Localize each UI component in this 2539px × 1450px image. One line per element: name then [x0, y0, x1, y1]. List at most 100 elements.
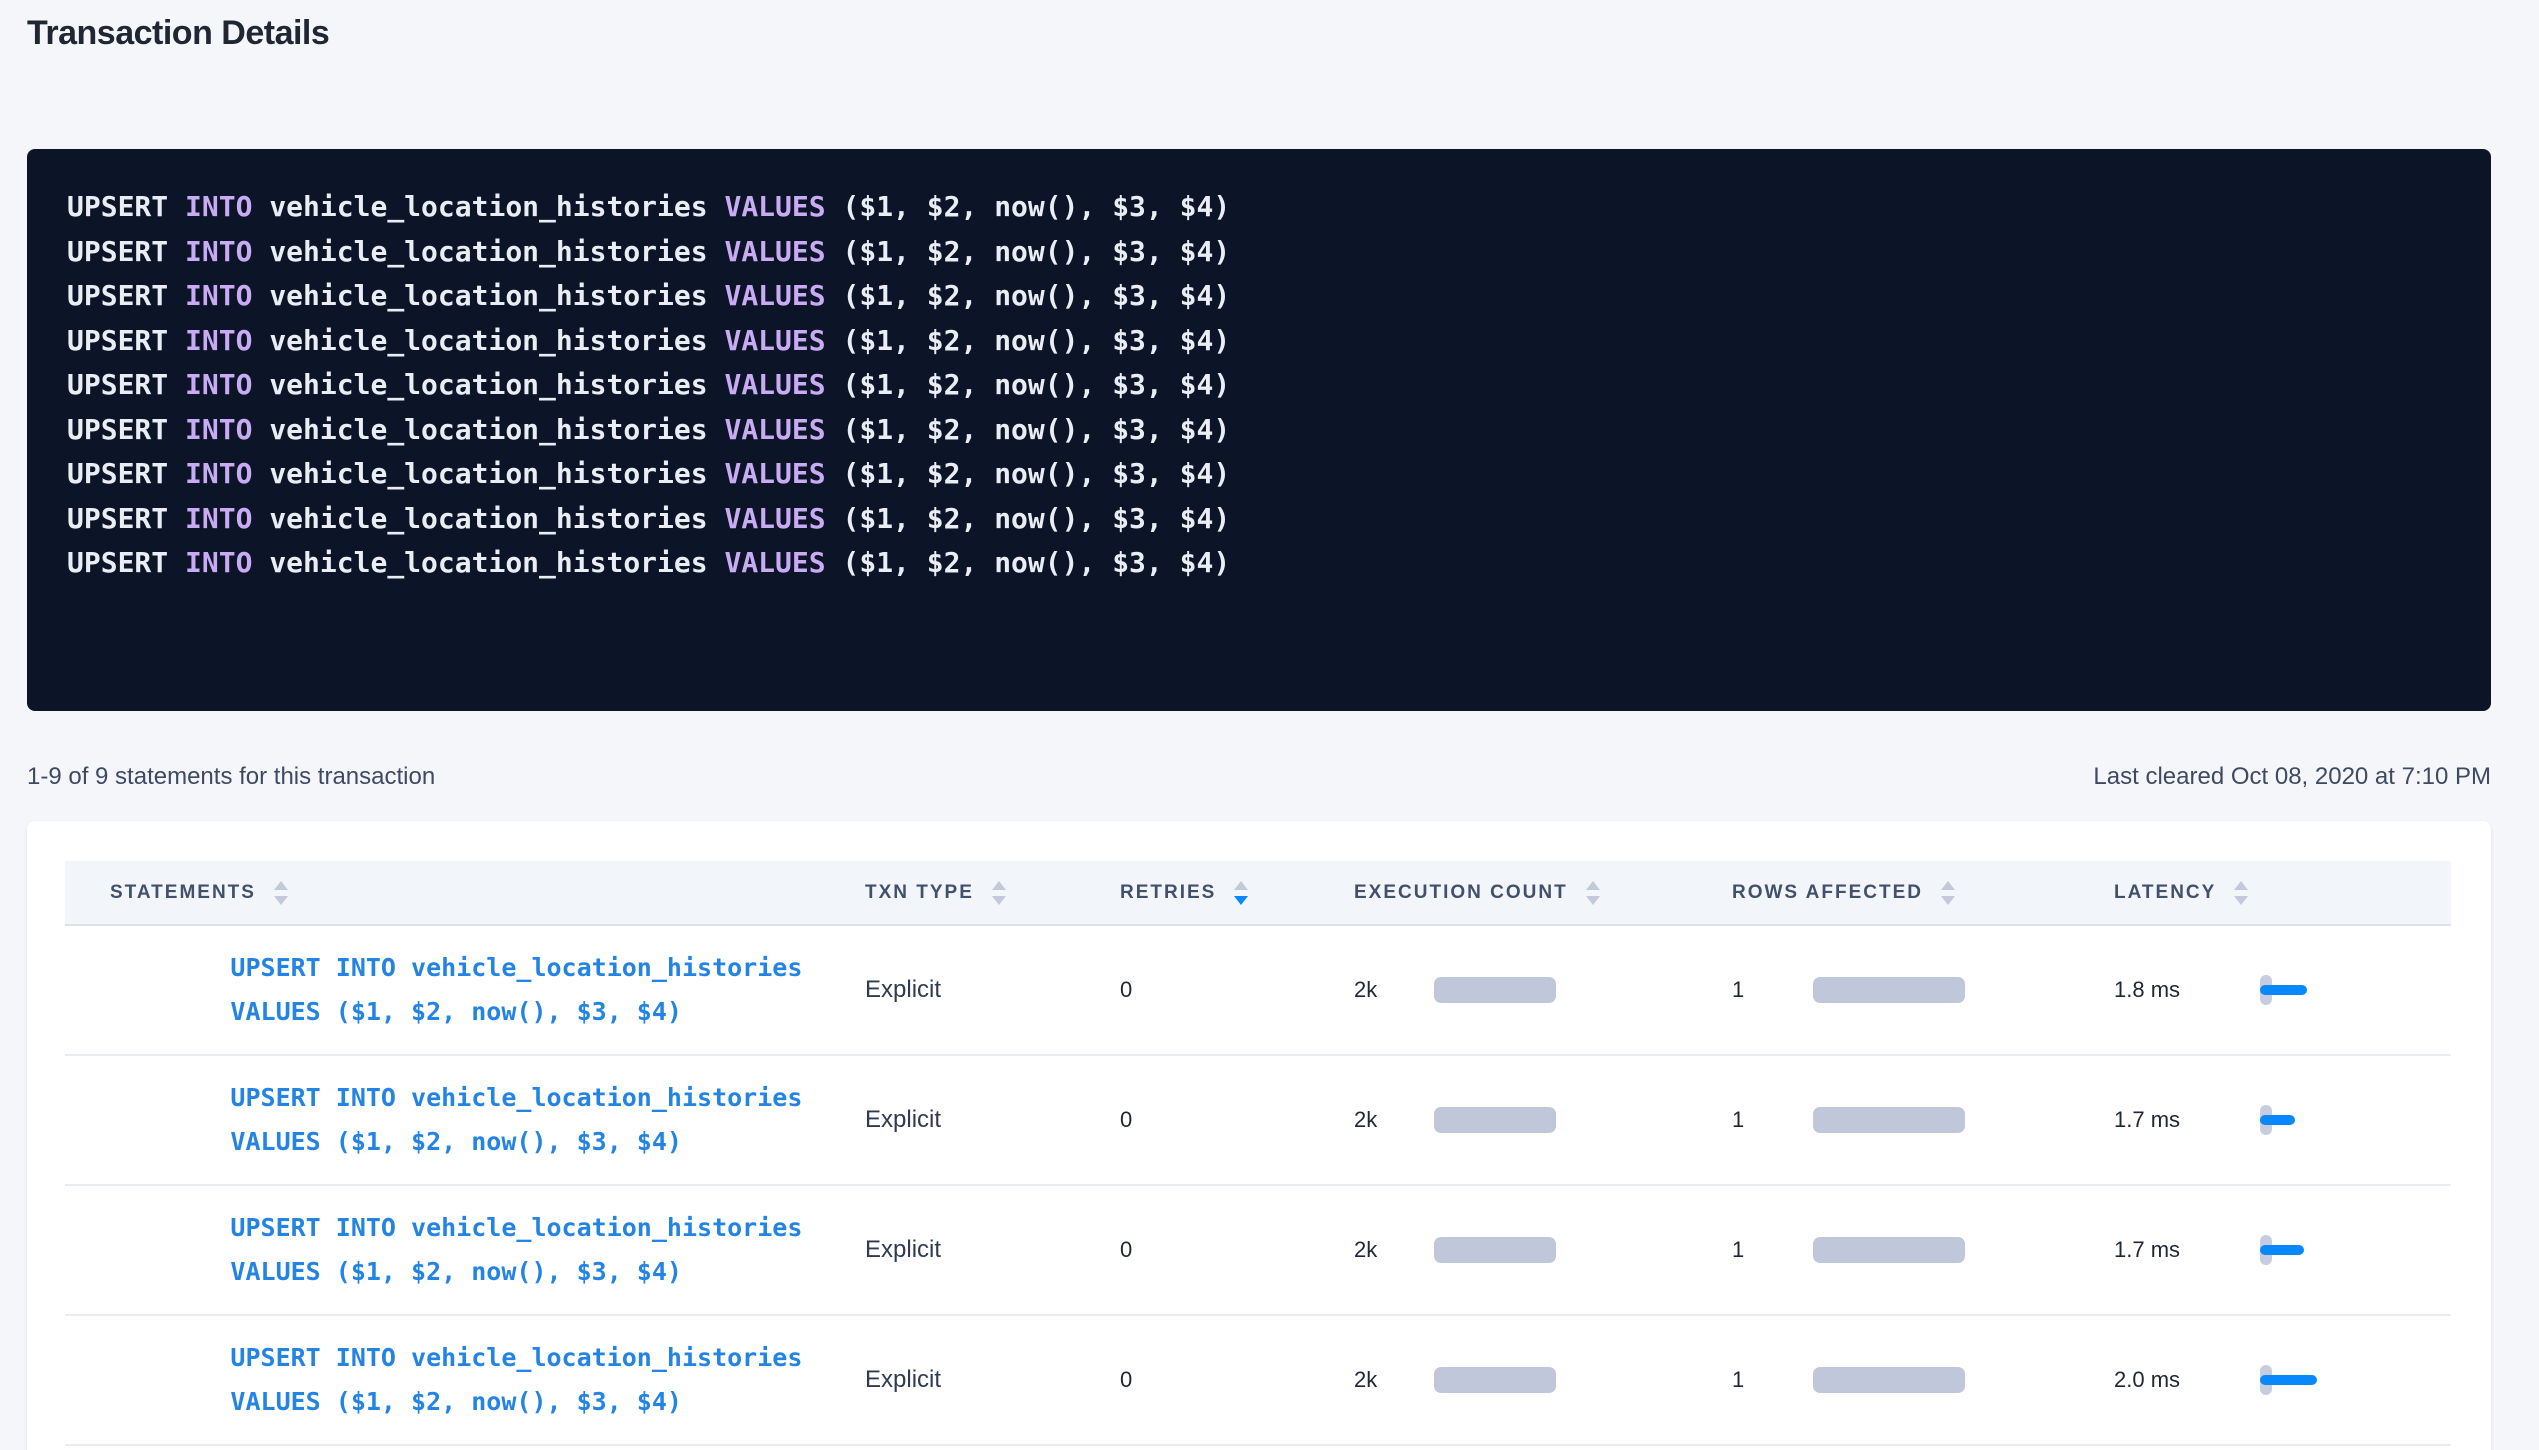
latency-bar-chart — [2260, 974, 2350, 1006]
txn-type-cell: Explicit — [865, 1366, 1120, 1394]
column-header-execution-count[interactable]: EXECUTION COUNT — [1354, 881, 1732, 905]
txn-type-value: Explicit — [865, 976, 941, 1004]
sql-keyword: INTO — [185, 279, 269, 312]
sql-keyword: VALUES — [724, 279, 842, 312]
sort-desc-icon[interactable] — [2234, 896, 2248, 905]
retries-cell: 0 — [1120, 1107, 1354, 1133]
sort-icons[interactable] — [1234, 881, 1248, 905]
sql-text: vehicle_location_histories — [269, 368, 724, 401]
latency-bar — [2260, 1245, 2304, 1255]
column-header-label: STATEMENTS — [110, 882, 256, 904]
execution-count-value: 2k — [1354, 1107, 1434, 1133]
sort-desc-icon[interactable] — [992, 896, 1006, 905]
rows-affected-bar — [1813, 1367, 1965, 1393]
column-header-statements[interactable]: STATEMENTS — [65, 881, 865, 905]
sql-statement-line: UPSERT INTO vehicle_location_histories V… — [67, 274, 2451, 319]
retries-cell: 0 — [1120, 1367, 1354, 1393]
retries-value: 0 — [1120, 1107, 1132, 1133]
sql-statement-line: UPSERT INTO vehicle_location_histories V… — [67, 408, 2451, 453]
sort-icons[interactable] — [274, 881, 288, 905]
table-row: UPSERT INTO vehicle_location_histories V… — [65, 1316, 2451, 1446]
execution-count-cell: 2k — [1354, 1367, 1732, 1393]
table-body: UPSERT INTO vehicle_location_histories V… — [27, 926, 2491, 1446]
sql-text: vehicle_location_histories — [269, 279, 724, 312]
sort-icons[interactable] — [992, 881, 1006, 905]
sort-asc-icon[interactable] — [274, 881, 288, 890]
column-header-txn-type[interactable]: TXN TYPE — [865, 881, 1120, 905]
summary-row: 1-9 of 9 statements for this transaction… — [27, 763, 2491, 791]
sql-text: vehicle_location_histories — [269, 190, 724, 223]
sort-desc-icon[interactable] — [1586, 896, 1600, 905]
latency-bar-chart — [2260, 1234, 2350, 1266]
latency-bar-chart — [2260, 1364, 2350, 1396]
sql-statement-line: UPSERT INTO vehicle_location_histories V… — [67, 230, 2451, 275]
column-header-label: EXECUTION COUNT — [1354, 882, 1568, 904]
sort-asc-icon[interactable] — [1941, 881, 1955, 890]
statement-link-line1: UPSERT INTO vehicle_location_histories — [230, 953, 802, 982]
sort-icons[interactable] — [1941, 881, 1955, 905]
sql-statement-line: UPSERT INTO vehicle_location_histories V… — [67, 497, 2451, 542]
sql-statement-line: UPSERT INTO vehicle_location_histories V… — [67, 541, 2451, 586]
rows-affected-value: 1 — [1732, 977, 1813, 1003]
statement-link-line1: UPSERT INTO vehicle_location_histories — [230, 1343, 802, 1372]
column-header-rows-affected[interactable]: ROWS AFFECTED — [1732, 881, 2114, 905]
sql-statement-line: UPSERT INTO vehicle_location_histories V… — [67, 319, 2451, 364]
sort-asc-icon[interactable] — [1586, 881, 1600, 890]
txn-type-value: Explicit — [865, 1236, 941, 1264]
sql-text: vehicle_location_histories — [269, 457, 724, 490]
sql-text: ($1, $2, now(), $3, $4) — [842, 190, 1230, 223]
sql-keyword: INTO — [185, 368, 269, 401]
statement-link-line2: VALUES ($1, $2, now(), $3, $4) — [230, 1387, 682, 1416]
sql-keyword: VALUES — [724, 413, 842, 446]
sort-desc-icon[interactable] — [1941, 896, 1955, 905]
sql-statement-line: UPSERT INTO vehicle_location_histories V… — [67, 185, 2451, 230]
statement-link[interactable]: UPSERT INTO vehicle_location_histories V… — [110, 1292, 802, 1450]
sql-keyword: VALUES — [724, 457, 842, 490]
sort-asc-icon[interactable] — [2234, 881, 2248, 890]
sql-keyword: VALUES — [724, 190, 842, 223]
sql-keyword: VALUES — [724, 324, 842, 357]
last-cleared-text: Last cleared Oct 08, 2020 at 7:10 PM — [2093, 763, 2491, 791]
execution-count-bar — [1434, 1107, 1556, 1133]
sql-text: UPSERT — [67, 368, 185, 401]
rows-affected-value: 1 — [1732, 1367, 1813, 1393]
sql-text: ($1, $2, now(), $3, $4) — [842, 324, 1230, 357]
sql-text: vehicle_location_histories — [269, 413, 724, 446]
transaction-details-page: Transaction Details UPSERT INTO vehicle_… — [0, 0, 2539, 1450]
retries-value: 0 — [1120, 977, 1132, 1003]
sql-text: ($1, $2, now(), $3, $4) — [842, 235, 1230, 268]
sql-text: ($1, $2, now(), $3, $4) — [842, 279, 1230, 312]
sql-keyword: INTO — [185, 546, 269, 579]
column-header-latency[interactable]: LATENCY — [2114, 881, 2451, 905]
execution-count-bar — [1434, 1367, 1556, 1393]
sql-keyword: VALUES — [724, 546, 842, 579]
sort-icons[interactable] — [2234, 881, 2248, 905]
execution-count-cell: 2k — [1354, 1107, 1732, 1133]
sql-text: UPSERT — [67, 546, 185, 579]
sort-asc-icon[interactable] — [1234, 881, 1248, 890]
sql-keyword: VALUES — [724, 235, 842, 268]
txn-type-cell: Explicit — [865, 1236, 1120, 1264]
execution-count-bar — [1434, 1237, 1556, 1263]
sql-text: UPSERT — [67, 190, 185, 223]
execution-count-value: 2k — [1354, 977, 1434, 1003]
retries-cell: 0 — [1120, 977, 1354, 1003]
sort-icons[interactable] — [1586, 881, 1600, 905]
sql-keyword: INTO — [185, 502, 269, 535]
sql-keyword: INTO — [185, 190, 269, 223]
sql-keyword: VALUES — [724, 368, 842, 401]
sort-desc-icon[interactable] — [1234, 896, 1248, 905]
sql-keyword: INTO — [185, 324, 269, 357]
retries-value: 0 — [1120, 1237, 1132, 1263]
sort-asc-icon[interactable] — [992, 881, 1006, 890]
sql-text: ($1, $2, now(), $3, $4) — [842, 368, 1230, 401]
latency-cell: 1.7 ms — [2114, 1234, 2451, 1266]
latency-value: 1.7 ms — [2114, 1107, 2260, 1133]
statement-link-line1: UPSERT INTO vehicle_location_histories — [230, 1083, 802, 1112]
column-header-retries[interactable]: RETRIES — [1120, 881, 1354, 905]
latency-cell: 1.8 ms — [2114, 974, 2451, 1006]
latency-bar — [2260, 1375, 2317, 1385]
statement-link-line2: VALUES ($1, $2, now(), $3, $4) — [230, 997, 682, 1026]
sql-text: ($1, $2, now(), $3, $4) — [842, 457, 1230, 490]
latency-cell: 1.7 ms — [2114, 1104, 2451, 1136]
